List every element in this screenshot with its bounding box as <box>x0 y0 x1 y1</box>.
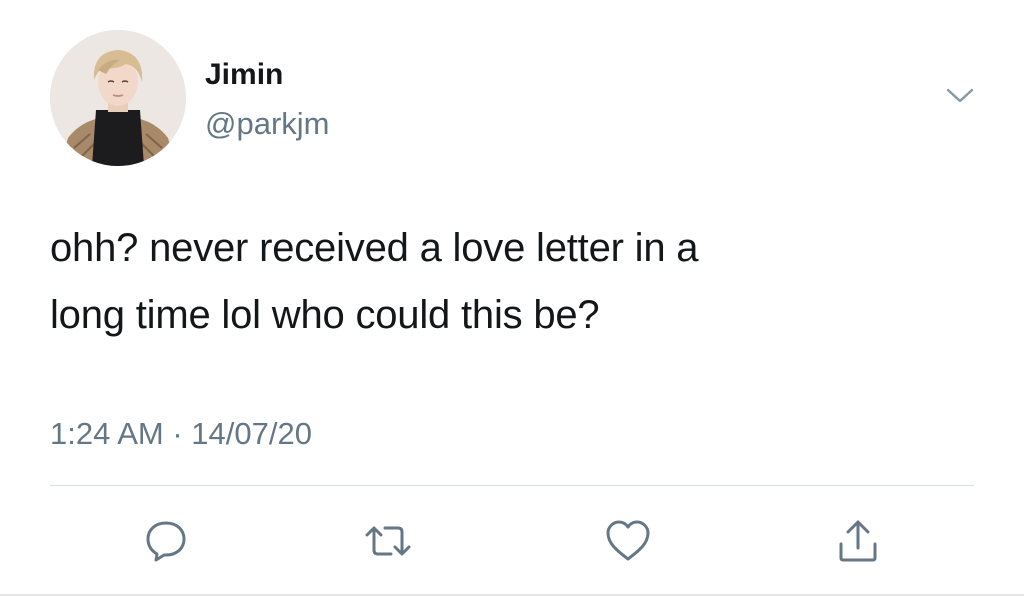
profile-photo-icon <box>50 30 186 166</box>
tweet-text-line: ohh? never received a love letter in a <box>50 226 699 270</box>
tweet-card: Jimin @parkjm ohh? never received a love… <box>0 0 1024 596</box>
heart-icon <box>606 520 650 561</box>
share-button[interactable] <box>832 515 884 567</box>
share-icon <box>839 520 877 562</box>
tweet-menu-button[interactable] <box>940 80 980 112</box>
reply-icon <box>146 521 186 562</box>
divider <box>50 485 974 486</box>
retweet-icon <box>365 526 411 556</box>
tweet-text-line: long time lol who could this be? <box>50 293 600 337</box>
avatar[interactable] <box>50 30 186 166</box>
tweet-text: ohh? never received a love letter in a l… <box>50 215 980 349</box>
display-name[interactable]: Jimin <box>205 58 283 92</box>
user-handle[interactable]: @parkjm <box>205 106 329 142</box>
tweet-timestamp[interactable]: 1:24 AM · 14/07/20 <box>50 415 312 453</box>
like-button[interactable] <box>602 515 654 567</box>
chevron-down-icon <box>946 88 974 103</box>
reply-button[interactable] <box>140 515 192 567</box>
retweet-button[interactable] <box>362 515 414 567</box>
